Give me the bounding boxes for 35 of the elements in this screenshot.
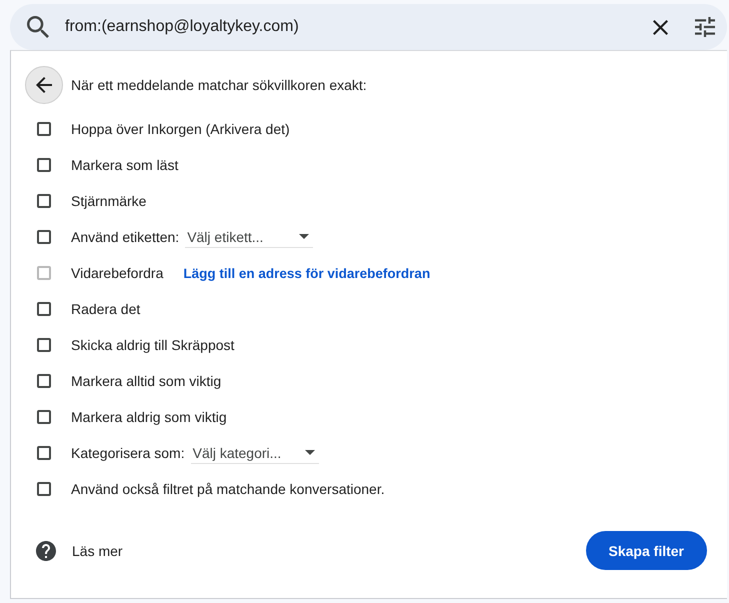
checkbox[interactable]	[37, 338, 51, 352]
help-icon[interactable]	[36, 540, 56, 560]
checkbox[interactable]	[37, 194, 51, 208]
checkbox[interactable]	[37, 374, 51, 388]
checkbox[interactable]	[37, 302, 51, 316]
learn-more-link[interactable]: Läs mer	[72, 542, 123, 558]
option-label: Markera aldrig som viktig	[71, 409, 227, 425]
checkbox[interactable]	[37, 446, 51, 460]
caret-icon	[304, 450, 315, 455]
option-label: Använd också filtret på matchande konversationer.	[71, 481, 385, 497]
checkbox[interactable]	[37, 410, 51, 424]
sliders-icon[interactable]	[695, 17, 715, 37]
option-label: Radera det	[71, 301, 140, 317]
option-label: Vidarebefordra	[71, 265, 164, 281]
option-label: Stjärnmärke	[71, 193, 146, 209]
option-label: Använd etiketten:	[71, 229, 180, 245]
checkbox[interactable]	[37, 230, 51, 244]
criteria-heading: När ett meddelande matchar sökvillkoren exakt:	[71, 77, 367, 93]
search-field[interactable]: from:(earnshop@loyaltykey.com)	[65, 18, 653, 36]
option-label: Skicka aldrig till Skräppost	[71, 337, 234, 353]
caret-icon	[299, 234, 310, 239]
create-filter-button[interactable]: Skapa filter	[586, 531, 707, 570]
checkbox[interactable]	[37, 158, 51, 172]
option-label: Markera alltid som viktig	[71, 373, 222, 389]
checkbox[interactable]	[37, 122, 51, 136]
arrow-left-icon	[36, 77, 52, 93]
checkbox[interactable]	[37, 482, 51, 496]
close-icon[interactable]	[653, 20, 668, 34]
dropdown[interactable]: Välj etikett...	[185, 226, 314, 248]
dropdown[interactable]: Välj kategori...	[190, 442, 319, 464]
option-label: Hoppa över Inkorgen (Arkivera det)	[71, 121, 290, 137]
back-button[interactable]	[25, 66, 63, 104]
option-label: Markera som läst	[71, 157, 178, 173]
option-label: Kategorisera som:	[71, 445, 185, 461]
search-icon[interactable]	[27, 16, 49, 38]
